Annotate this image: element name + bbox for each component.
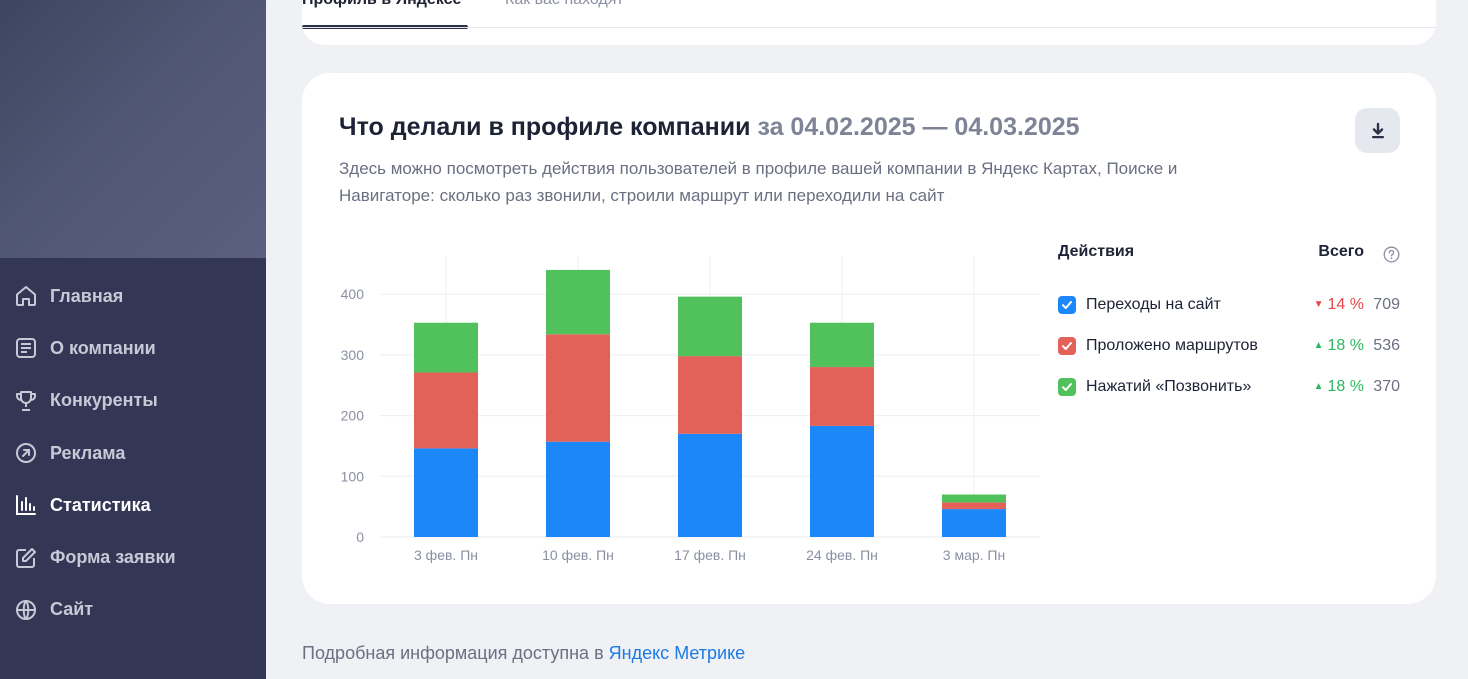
legend-item-delta: ▼ 14 % bbox=[1314, 296, 1364, 314]
sidebar-item-label: Реклама bbox=[50, 442, 126, 463]
sidebar: Главная О компании Конкуренты Реклама Ст… bbox=[0, 0, 266, 679]
bar-segment bbox=[414, 448, 478, 537]
sidebar-item-label: Конкуренты bbox=[50, 390, 158, 411]
sidebar-item-statistics[interactable]: Статистика bbox=[0, 479, 266, 531]
x-tick-label: 17 фев. Пн bbox=[674, 547, 746, 563]
help-icon[interactable] bbox=[1383, 246, 1400, 263]
sidebar-item-about[interactable]: О компании bbox=[0, 322, 266, 374]
edit-icon bbox=[14, 546, 38, 570]
company-cover-photo[interactable] bbox=[0, 0, 266, 258]
checkbox-calls[interactable] bbox=[1058, 377, 1076, 396]
legend-item-delta-value: 18 % bbox=[1327, 377, 1364, 395]
footer-note-text: Подробная информация доступна в bbox=[302, 643, 604, 663]
bar-segment bbox=[942, 494, 1006, 503]
legend-item-site-visits[interactable]: Переходы на сайт ▼ 14 % 709 bbox=[1058, 284, 1400, 325]
y-tick-label: 200 bbox=[341, 408, 365, 424]
legend-item-total: 536 bbox=[1373, 336, 1400, 354]
bar-segment bbox=[546, 334, 610, 442]
legend-item-label: Переходы на сайт bbox=[1086, 295, 1221, 313]
legend-header-actions: Действия bbox=[1058, 243, 1135, 260]
arrow-circle-icon bbox=[14, 441, 38, 465]
bar-segment bbox=[414, 372, 478, 449]
sidebar-item-label: О компании bbox=[50, 337, 156, 358]
x-tick-label: 3 мар. Пн bbox=[943, 547, 1005, 563]
check-icon bbox=[1062, 341, 1072, 350]
x-tick-label: 10 фев. Пн bbox=[542, 547, 614, 563]
legend-item-total: 709 bbox=[1373, 295, 1400, 313]
bar-segment bbox=[810, 322, 874, 368]
globe-icon bbox=[14, 598, 38, 622]
sidebar-item-competitors[interactable]: Конкуренты bbox=[0, 375, 266, 427]
sidebar-item-label: Сайт bbox=[50, 599, 94, 620]
sidebar-item-label: Форма заявки bbox=[50, 547, 176, 568]
check-icon bbox=[1062, 382, 1072, 391]
tabs-card: Профиль в Яндексе Как вас находят bbox=[302, 0, 1436, 45]
legend-item-total: 370 bbox=[1373, 377, 1400, 395]
footer-note: Подробная информация доступна в Яндекс М… bbox=[302, 643, 745, 664]
legend-item-delta-value: 14 % bbox=[1327, 295, 1364, 313]
tab-how-found[interactable]: Как вас находят bbox=[505, 0, 624, 9]
legend-item-delta: ▲ 18 % bbox=[1314, 337, 1364, 355]
triangle-down-icon: ▼ bbox=[1313, 299, 1324, 310]
legend-item-delta-value: 18 % bbox=[1327, 336, 1364, 354]
chart-legend: Действия Всего Переходы на сайт ▼ 14 % 7… bbox=[1058, 243, 1400, 407]
legend-header-total: Всего bbox=[1318, 243, 1364, 260]
checkbox-routes[interactable] bbox=[1058, 336, 1076, 355]
sidebar-item-label: Главная bbox=[50, 285, 124, 306]
profile-actions-card: Что делали в профиле компании за 04.02.2… bbox=[302, 73, 1436, 604]
yandex-metrika-link[interactable]: Яндекс Метрике bbox=[609, 643, 746, 663]
bar-segment bbox=[942, 509, 1006, 537]
legend-item-calls[interactable]: Нажатий «Позвонить» ▲ 18 % 370 bbox=[1058, 366, 1400, 407]
trophy-icon bbox=[14, 389, 38, 413]
y-tick-label: 400 bbox=[341, 286, 365, 302]
bar-segment bbox=[414, 322, 478, 373]
triangle-up-icon: ▲ bbox=[1313, 381, 1324, 392]
bar-segment bbox=[678, 356, 742, 434]
legend-item-delta: ▲ 18 % bbox=[1314, 378, 1364, 396]
legend-item-routes[interactable]: Проложено маршрутов ▲ 18 % 536 bbox=[1058, 325, 1400, 366]
sidebar-item-home[interactable]: Главная bbox=[0, 270, 266, 322]
download-icon bbox=[1369, 122, 1387, 140]
bar-segment bbox=[942, 502, 1006, 510]
bar-chart-icon bbox=[14, 493, 38, 517]
stacked-bar-chart: 0 100 200 300 400 3 фев. Пн 10 фев. Пн 17 фев. … bbox=[341, 256, 1040, 563]
y-tick-label: 300 bbox=[341, 347, 365, 363]
sidebar-item-ads[interactable]: Реклама bbox=[0, 427, 266, 479]
bar-segment bbox=[810, 367, 874, 426]
bar-segment bbox=[546, 269, 610, 335]
bar-segment bbox=[810, 425, 874, 537]
document-icon bbox=[14, 336, 38, 360]
y-tick-label: 0 bbox=[356, 529, 364, 545]
x-tick-label: 3 фев. Пн bbox=[414, 547, 478, 563]
sidebar-item-request-form[interactable]: Форма заявки bbox=[0, 531, 266, 583]
tab-yandex-profile[interactable]: Профиль в Яндексе bbox=[302, 0, 461, 9]
bar-segment bbox=[678, 296, 742, 357]
download-button[interactable] bbox=[1355, 108, 1400, 153]
x-tick-label: 24 фев. Пн bbox=[806, 547, 878, 563]
y-tick-label: 100 bbox=[341, 468, 365, 484]
sidebar-item-site[interactable]: Сайт bbox=[0, 584, 266, 636]
sidebar-nav: Главная О компании Конкуренты Реклама Ст… bbox=[0, 270, 266, 636]
legend-item-label: Проложено маршрутов bbox=[1086, 336, 1258, 354]
bar-segment bbox=[678, 433, 742, 537]
home-icon bbox=[14, 284, 38, 308]
bar-segment bbox=[546, 441, 610, 537]
sidebar-item-label: Статистика bbox=[50, 494, 151, 515]
tabs-divider bbox=[302, 27, 1436, 28]
legend-item-label: Нажатий «Позвонить» bbox=[1086, 377, 1252, 395]
legend-header: Действия Всего bbox=[1058, 243, 1400, 267]
checkbox-site-visits[interactable] bbox=[1058, 295, 1076, 314]
triangle-up-icon: ▲ bbox=[1313, 340, 1324, 351]
check-icon bbox=[1062, 300, 1072, 309]
